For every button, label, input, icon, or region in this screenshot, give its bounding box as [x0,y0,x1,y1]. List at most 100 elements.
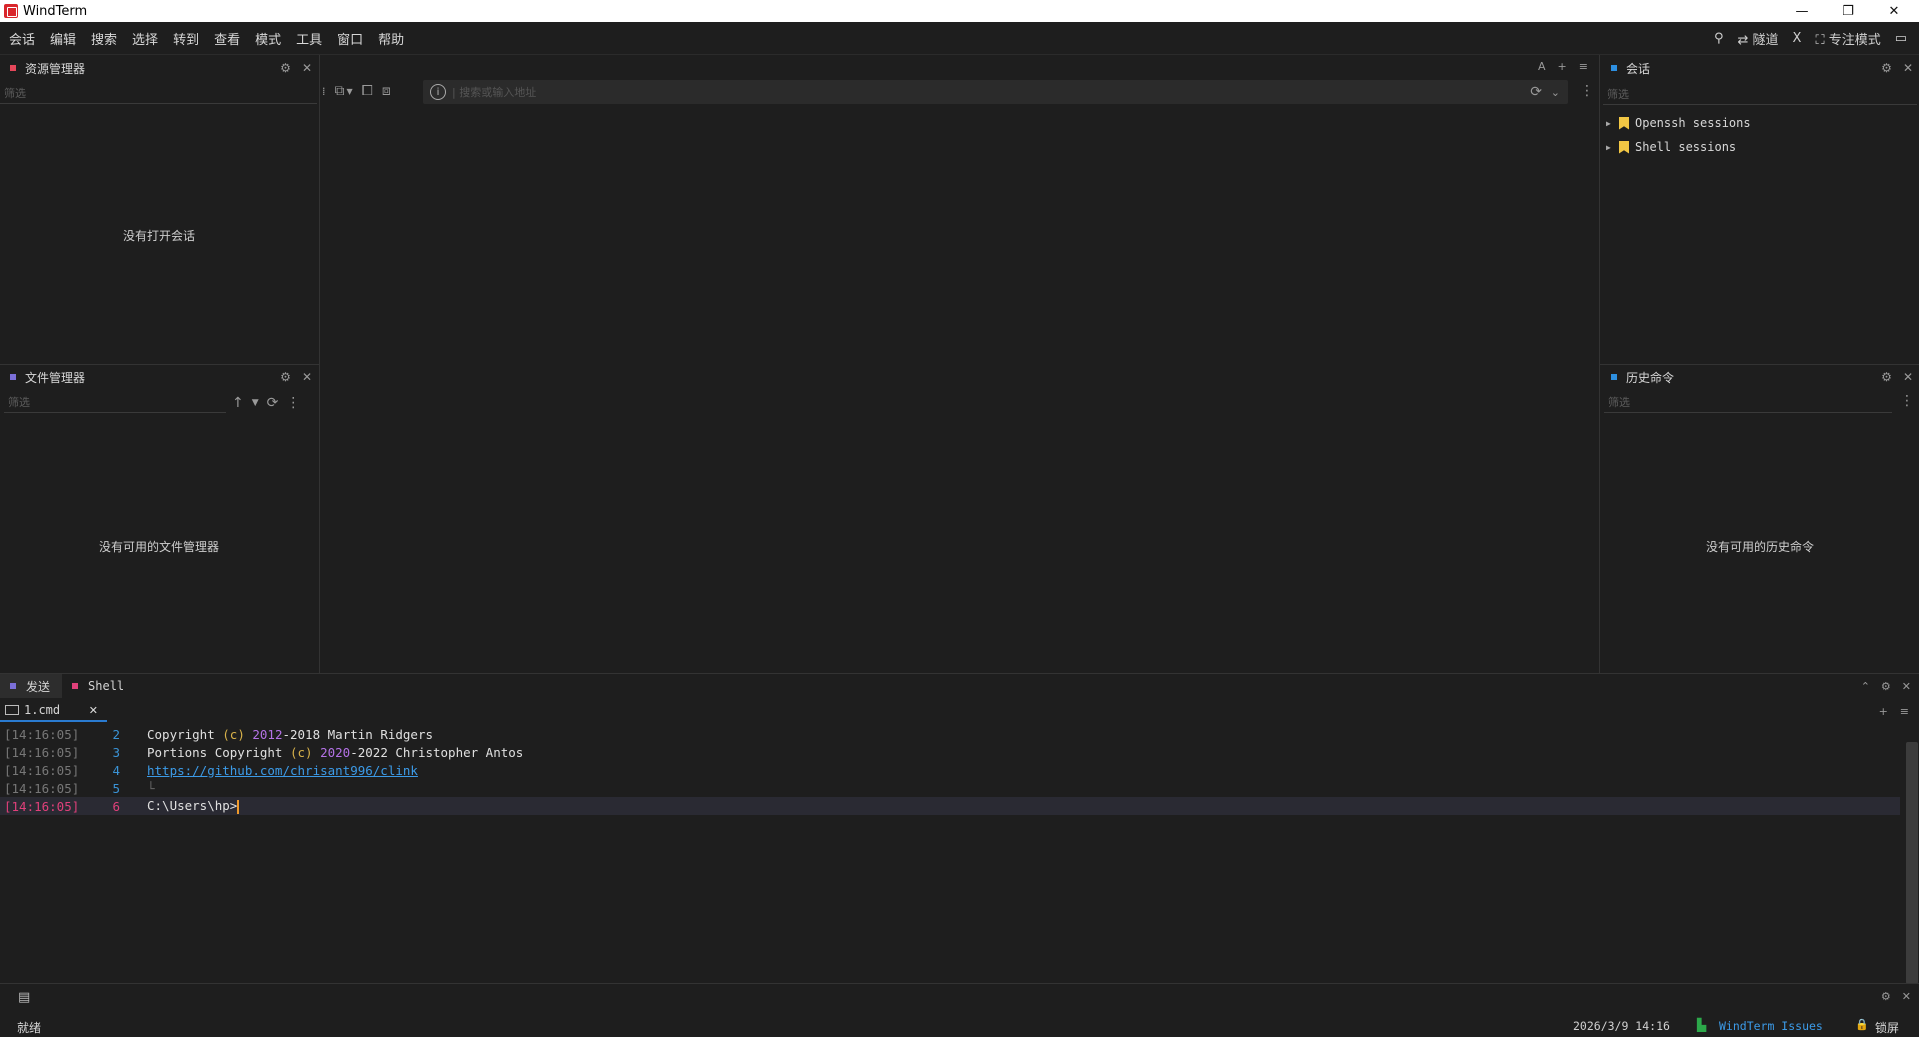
history-title: 历史命令 [1626,370,1675,385]
gear-icon[interactable]: ⚙ [280,61,291,75]
address-placeholder: | 搜索或输入地址 [452,86,537,99]
focus-mode-label: 专注模式 [1828,33,1881,48]
close-icon[interactable]: ✕ [1902,990,1911,1003]
tunnel-label: 隧道 [1752,33,1779,48]
line-text: C:\Users\hp> [120,798,240,814]
document-tabs: 1.cmd ✕ + ≡ [0,700,1919,722]
info-icon[interactable]: i [430,84,446,100]
terminal-line[interactable]: [14:16:05] 4 https://github.com/chrisant… [0,761,1900,779]
copy-session-icon[interactable]: ⧈ [382,83,391,99]
minimize-button[interactable]: — [1779,0,1825,22]
gear-icon[interactable]: ⚙ [1881,990,1891,1003]
terminal-line[interactable]: [14:16:05] 5 └ [0,779,1900,797]
grip-icon[interactable]: ⁞ [322,85,326,98]
expand-arrow-icon[interactable]: ▶ [1606,143,1612,152]
layout-icon[interactable]: ▭ [1895,31,1907,46]
focus-mode-button[interactable]: ⛶ 专注模式 [1815,29,1880,48]
tunnel-button[interactable]: ⇄ 隧道 [1738,29,1779,48]
close-icon[interactable]: ✕ [1903,370,1913,384]
new-session-icon[interactable]: ⧉ [335,83,345,99]
menu-search[interactable]: 搜索 [82,29,123,48]
menu-icon[interactable]: ≡ [1900,705,1909,718]
menu-window[interactable]: 窗口 [328,29,369,48]
refresh-icon[interactable]: ⟳ [267,395,279,411]
close-icon[interactable]: ✕ [302,61,312,75]
more-icon[interactable]: ⋮ [1580,83,1594,99]
gear-icon[interactable]: ⚙ [1881,680,1891,693]
menu-session[interactable]: 会话 [0,29,41,48]
tree-item-openssh[interactable]: ▶ Openssh sessions [1606,113,1751,133]
line-number: 2 [112,726,120,742]
doc-tools: + ≡ [1879,700,1909,722]
chevron-down-icon[interactable]: ⌄ [1551,86,1560,99]
text-cursor [237,799,240,814]
chevron-up-icon[interactable]: ⌃ [1861,680,1870,693]
text-segment [313,745,321,760]
menu-edit[interactable]: 编辑 [41,29,82,48]
terminal-line[interactable]: [14:16:05] 2 Copyright (c) 2012-2018 Mar… [0,725,1900,743]
doc-tab-label: 1.cmd [24,703,61,717]
menu-view[interactable]: 查看 [205,29,246,48]
duplicate-session-icon[interactable]: ⧠ [362,83,373,99]
x-button[interactable]: X [1793,31,1802,46]
terminal-line-active[interactable]: [14:16:05] 6 C:\Users\hp> [0,797,1900,815]
menu-icon[interactable]: ≡ [1579,60,1588,73]
tunnel-icon: ⇄ [1737,33,1753,48]
menu-tools[interactable]: 工具 [287,29,328,48]
timestamp: [14:16:05] [4,744,80,760]
close-button[interactable]: ✕ [1871,0,1917,22]
bookmark-folder-icon [1619,116,1629,130]
close-tab-icon[interactable]: ✕ [89,704,98,717]
text-segment: (c) [290,744,313,760]
github-link[interactable]: https://github.com/chrisant996/clink [147,763,418,778]
terminal-line[interactable]: [14:16:05] 3 Portions Copyright (c) 2020… [0,743,1900,761]
title-bar: WindTerm — ❐ ✕ [0,0,1919,22]
file-filter-input[interactable]: 筛选 [4,393,226,413]
restore-button[interactable]: ❐ [1825,0,1871,22]
menu-mode[interactable]: 模式 [246,29,287,48]
close-icon[interactable]: ✕ [1902,680,1911,693]
line-number: 3 [112,744,120,760]
line-number: 4 [112,762,120,778]
search-icon[interactable]: ⚲ [1714,31,1724,46]
menu-goto[interactable]: 转到 [164,29,205,48]
chevron-down-icon[interactable]: ▼ [347,87,353,96]
text-segment: -2018 Martin Ridgers [282,726,433,742]
close-icon[interactable]: ✕ [1903,61,1913,75]
tree-item-shell[interactable]: ▶ Shell sessions [1606,137,1736,157]
fold-bracket-icon: └ [147,780,155,796]
terminal-scrollbar[interactable] [1906,742,1918,984]
lock-screen-button[interactable]: 锁屏 [1875,1019,1899,1036]
doc-tab-1cmd[interactable]: 1.cmd ✕ [0,700,107,722]
close-icon[interactable]: ✕ [302,370,312,384]
tab-send[interactable]: 发送 [0,674,63,698]
sessions-header: 会话 ⚙ ✕ [1601,56,1919,80]
gear-icon[interactable]: ⚙ [1881,61,1892,75]
menu-help[interactable]: 帮助 [369,29,410,48]
prompt-text: C:\Users\hp> [147,798,238,814]
panel-toggle-icon[interactable]: ▤ [18,990,30,1005]
tab-shell-label: Shell [88,679,125,693]
expand-arrow-icon[interactable]: ▶ [1606,119,1612,128]
sessions-filter-input[interactable]: 筛选 [1603,85,1917,105]
font-a-button[interactable]: A [1538,60,1546,73]
history-filter-input[interactable]: 筛选 [1604,393,1892,413]
gear-icon[interactable]: ⚙ [280,370,291,384]
more-icon[interactable]: ⋮ [286,395,300,411]
menu-bar: 会话 编辑 搜索 选择 转到 查看 模式 工具 窗口 帮助 ⚲ ⇄ 隧道 X ⛶… [0,22,1919,55]
windterm-issues-link[interactable]: WindTerm Issues [1719,1019,1823,1033]
menu-select[interactable]: 选择 [123,29,164,48]
address-bar[interactable]: i | 搜索或输入地址 ⟳ ⌄ [423,80,1568,104]
left-splitter[interactable] [319,55,320,673]
more-icon[interactable]: ⋮ [1900,393,1914,409]
arrow-up-icon[interactable]: ↑ [232,395,244,411]
resource-filter-input[interactable]: 筛选 [0,84,317,104]
bottom-tools: ⌃ ⚙ ✕ [1861,674,1911,698]
chevron-down-icon[interactable]: ▼ [252,398,259,408]
tab-shell[interactable]: Shell [62,674,136,698]
gear-icon[interactable]: ⚙ [1881,370,1892,384]
plus-icon[interactable]: + [1879,705,1888,718]
refresh-icon[interactable]: ⟳ [1530,84,1542,100]
plus-icon[interactable]: + [1558,60,1567,73]
status-ready: 就绪 [17,1021,42,1035]
